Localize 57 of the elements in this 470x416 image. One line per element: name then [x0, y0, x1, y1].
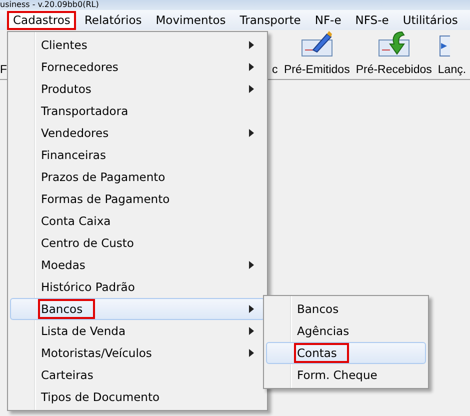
toolbar-label: c	[272, 64, 278, 76]
menu-option[interactable]: Fornecedores	[10, 56, 265, 78]
option-label: Motoristas/Veículos	[41, 346, 153, 360]
pen-on-check-icon	[300, 30, 333, 58]
menu-option[interactable]: Formas de Pagamento	[10, 188, 265, 210]
option-label: Vendedores	[41, 126, 110, 140]
menu-option[interactable]: Centro de Custo	[10, 232, 265, 254]
menu-item[interactable]: Movimentos	[150, 10, 232, 30]
option-label: Contas	[294, 343, 349, 363]
menu-option[interactable]: Produtos	[10, 78, 265, 100]
window-title: usiness - v.20.09bb0(RL)	[0, 0, 99, 10]
toolbar-button[interactable]: Pré-Recebidos	[356, 30, 432, 76]
option-label: Histórico Padrão	[41, 280, 136, 294]
option-label: Bancos	[297, 302, 340, 316]
option-label: Financeiras	[41, 148, 107, 162]
option-label: Agências	[297, 324, 350, 338]
option-label: Fornecedores	[41, 60, 120, 74]
option-label: Clientes	[41, 38, 88, 52]
option-label: Tipos de Documento	[41, 390, 160, 404]
option-label: Carteiras	[41, 368, 94, 382]
menu-option[interactable]: Conta Caixa	[10, 210, 265, 232]
menu-option[interactable]: Transportadora	[10, 100, 265, 122]
option-label: Moedas	[41, 258, 86, 272]
menu-option[interactable]: Vendedores	[10, 122, 265, 144]
menu-option[interactable]: Contas	[266, 342, 426, 364]
menu-item[interactable]: NFS-e	[349, 10, 395, 30]
option-label: Transportadora	[41, 104, 130, 118]
toolbar-button[interactable]: Lanç.	[438, 30, 466, 76]
option-label: Lista de Venda	[41, 324, 127, 338]
menu-option[interactable]: Form. Cheque	[266, 364, 426, 386]
option-label: Bancos	[38, 299, 95, 319]
menu-option[interactable]: Clientes	[10, 34, 265, 56]
menu-option[interactable]: Bancos	[10, 298, 265, 320]
menu-option[interactable]: Tipos de Documento	[10, 386, 265, 408]
menu-option[interactable]: Moedas	[10, 254, 265, 276]
menu-option[interactable]: Motoristas/Veículos	[10, 342, 265, 364]
option-label: Prazos de Pagamento	[41, 170, 166, 184]
toolbar-label: F	[0, 64, 8, 76]
menu-option[interactable]: Histórico Padrão	[10, 276, 265, 298]
menu-item[interactable]: Utilitários	[396, 10, 464, 30]
option-label: Conta Caixa	[41, 214, 112, 228]
menu-item[interactable]: Transporte	[234, 10, 307, 30]
menu-item[interactable]: Relatórios	[78, 10, 148, 30]
menu-item[interactable]: NF-e	[308, 10, 348, 30]
option-label: Produtos	[41, 82, 92, 96]
option-label: Form. Cheque	[297, 368, 378, 382]
menu-option[interactable]: Bancos	[266, 298, 426, 320]
menu-option[interactable]: Financeiras	[10, 144, 265, 166]
menu-option[interactable]: Prazos de Pagamento	[10, 166, 265, 188]
menu-item[interactable]: Cadastros	[7, 10, 76, 30]
option-label: Formas de Pagamento	[41, 192, 171, 206]
option-label: Centro de Custo	[41, 236, 135, 250]
menu-option[interactable]: Agências	[266, 320, 426, 342]
arrow-on-check-icon	[378, 30, 410, 58]
menu-option[interactable]: Carteiras	[10, 364, 265, 386]
menu-option[interactable]: Lista de Venda	[10, 320, 265, 342]
toolbar-button[interactable]: Pré-Emitidos	[284, 30, 350, 76]
